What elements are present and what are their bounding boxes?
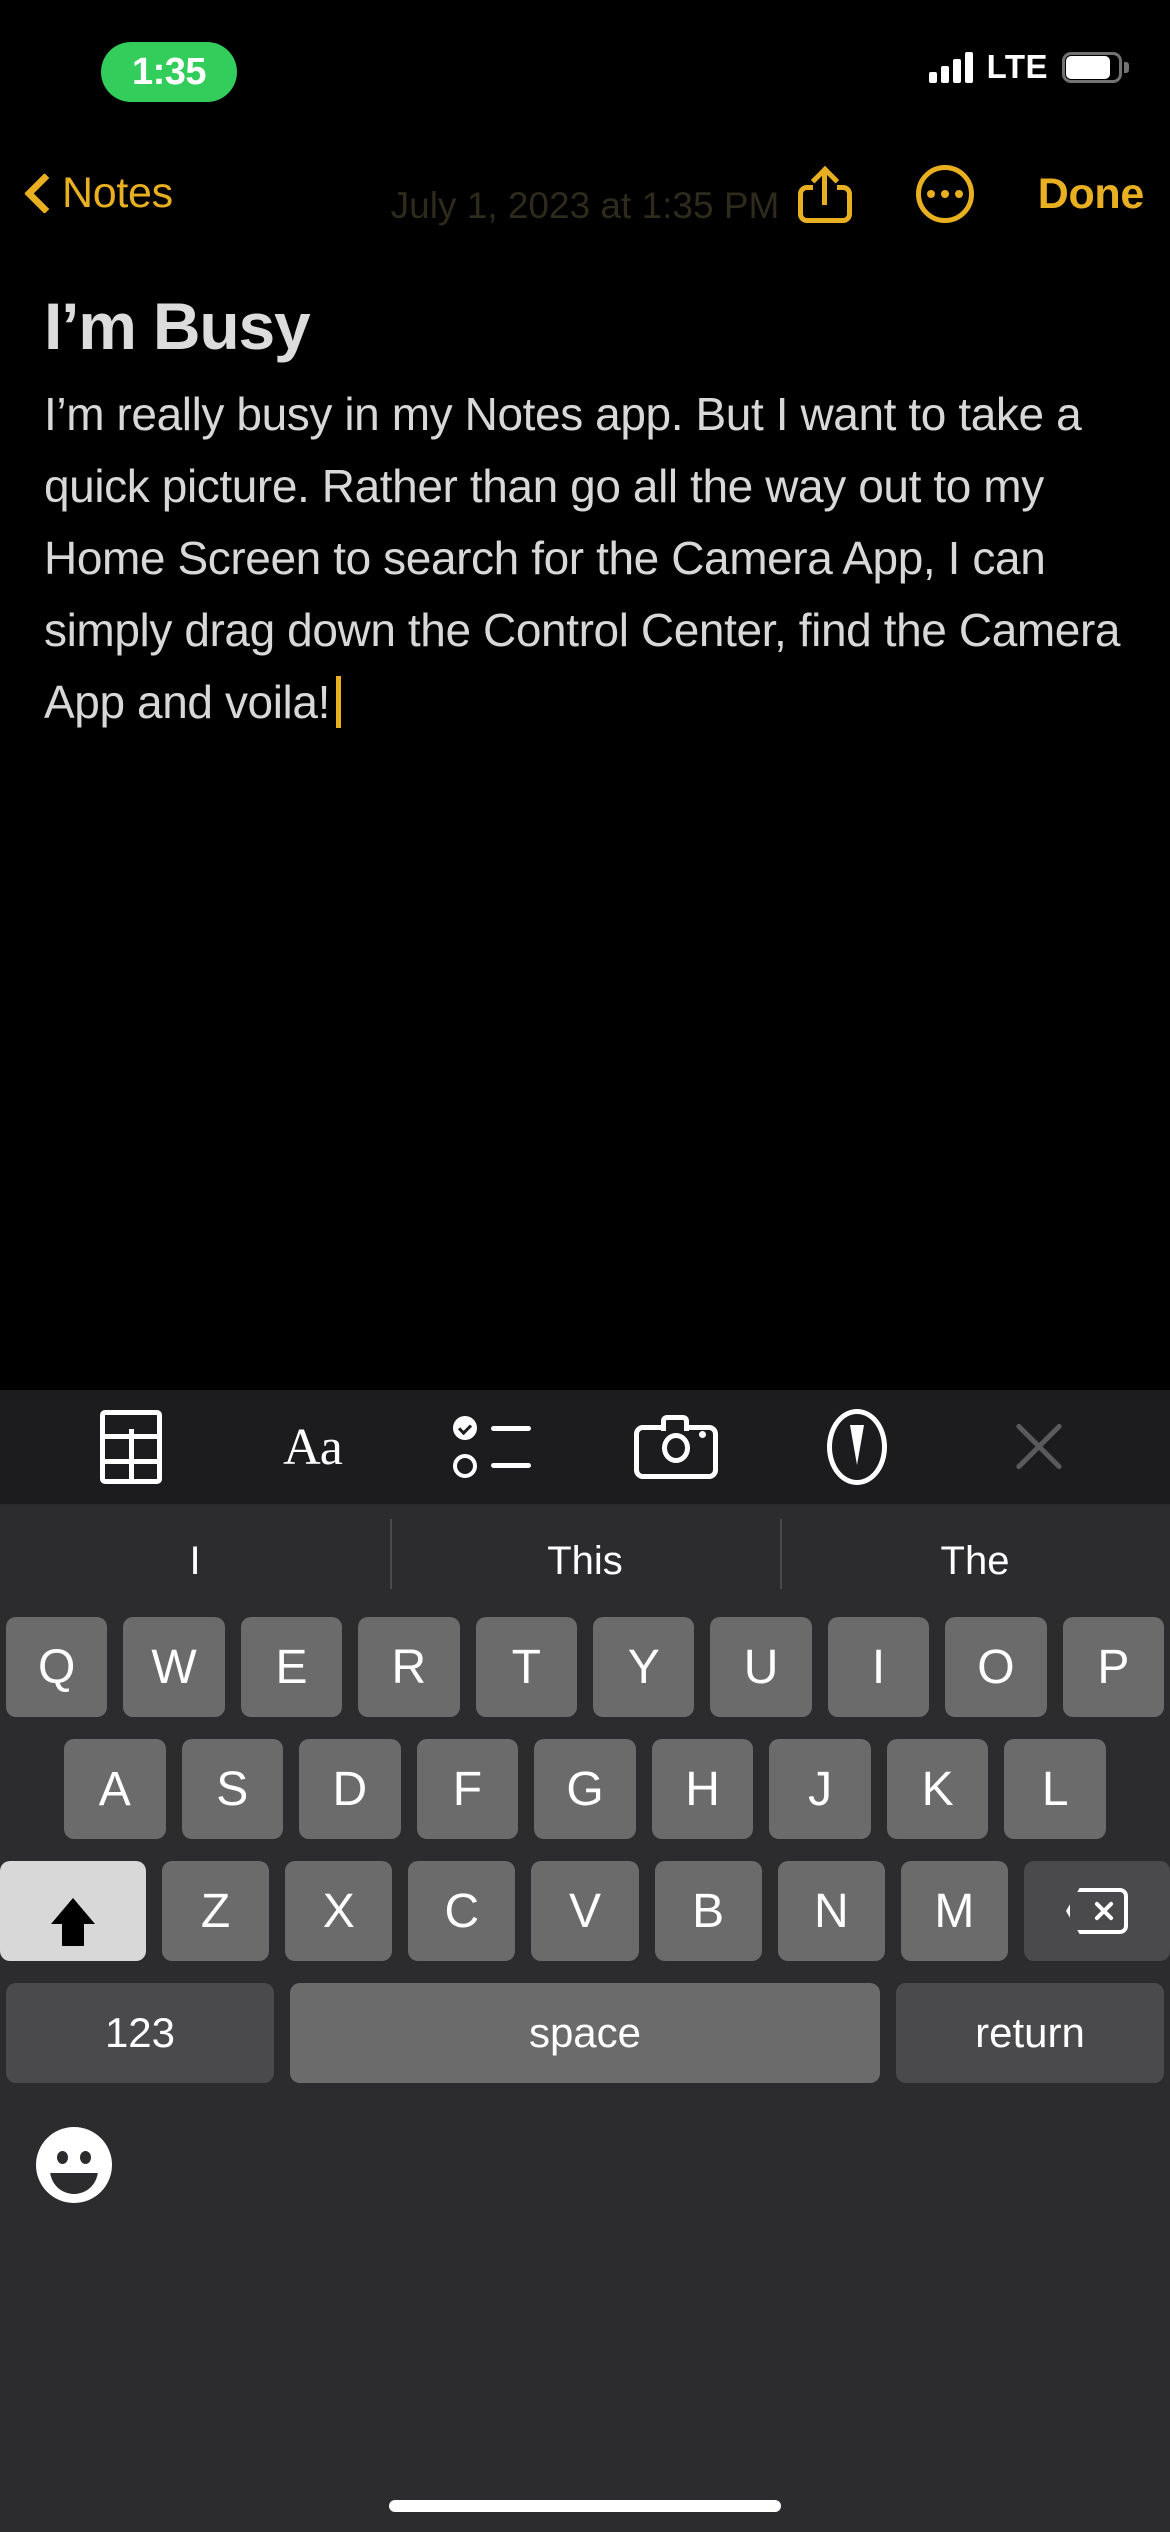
key-z[interactable]: Z	[162, 1861, 270, 1961]
keyboard-row-3: Z X C V B N M	[0, 1861, 1170, 1961]
table-icon[interactable]	[88, 1410, 174, 1484]
key-b[interactable]: B	[654, 1861, 762, 1961]
prediction-item[interactable]: This	[390, 1518, 780, 1589]
onscreen-keyboard: I This The Q W E R T Y U I O P A S D F G…	[0, 1505, 1170, 2532]
key-j[interactable]: J	[769, 1739, 871, 1839]
key-o[interactable]: O	[945, 1617, 1047, 1717]
key-f[interactable]: F	[416, 1739, 519, 1839]
note-editor[interactable]: I’m Busy I’m really busy in my Notes app…	[0, 289, 1170, 738]
share-icon[interactable]	[797, 165, 852, 223]
key-d[interactable]: D	[299, 1739, 401, 1839]
return-key[interactable]: return	[896, 1983, 1164, 2083]
delete-key[interactable]	[1023, 1861, 1170, 1961]
note-body-text-wrapper[interactable]: I’m really busy in my Notes app. But I w…	[44, 378, 1126, 738]
key-l[interactable]: L	[1004, 1739, 1107, 1839]
shift-key[interactable]	[0, 1861, 146, 1961]
back-button-label: Notes	[62, 169, 173, 217]
key-p[interactable]: P	[1062, 1617, 1165, 1717]
delete-backward-icon	[1065, 1888, 1128, 1934]
chevron-left-icon	[24, 171, 50, 217]
home-indicator[interactable]	[389, 2500, 781, 2512]
more-circle-icon[interactable]	[915, 165, 974, 223]
status-time-pill[interactable]: 1:35	[101, 42, 237, 102]
key-t[interactable]: T	[475, 1617, 577, 1717]
iphone-screen: 1:35 LTE July 1, 2023 at 1:35 PM Notes D…	[0, 0, 1170, 2532]
status-bar: 1:35 LTE	[0, 0, 1170, 145]
back-to-notes-button[interactable]: Notes	[24, 169, 173, 218]
format-toolbar: Aa	[0, 1390, 1170, 1505]
status-indicators: LTE	[928, 48, 1129, 86]
shift-up-arrow-icon	[51, 1898, 95, 1946]
status-time: 1:35	[131, 50, 207, 93]
key-s[interactable]: S	[181, 1739, 284, 1839]
done-button[interactable]: Done	[1038, 170, 1145, 219]
keyboard-bottom-row	[0, 2105, 1170, 2265]
nav-actions: Done	[797, 165, 1145, 223]
text-format-label: Aa	[283, 1418, 343, 1476]
checklist-icon[interactable]	[451, 1412, 537, 1482]
key-w[interactable]: W	[123, 1617, 225, 1717]
space-key[interactable]: space	[290, 1983, 880, 2083]
prediction-item[interactable]: I	[0, 1539, 390, 1584]
key-q[interactable]: Q	[5, 1617, 108, 1717]
key-c[interactable]: C	[408, 1861, 516, 1961]
key-n[interactable]: N	[777, 1861, 885, 1961]
numbers-key[interactable]: 123	[6, 1983, 274, 2083]
key-y[interactable]: Y	[593, 1617, 695, 1717]
key-x[interactable]: X	[285, 1861, 393, 1961]
text-format-icon[interactable]: Aa	[269, 1412, 355, 1482]
key-r[interactable]: R	[358, 1617, 460, 1717]
key-m[interactable]: M	[900, 1861, 1008, 1961]
markup-pen-icon[interactable]	[814, 1409, 900, 1485]
key-u[interactable]: U	[710, 1617, 812, 1717]
key-h[interactable]: H	[651, 1739, 754, 1839]
predictive-text-bar: I This The	[0, 1505, 1170, 1617]
key-g[interactable]: G	[534, 1739, 636, 1839]
key-e[interactable]: E	[240, 1617, 343, 1717]
keyboard-row-4: 123 space return	[0, 1983, 1170, 2083]
network-type-label: LTE	[986, 48, 1048, 85]
smiley-face-icon[interactable]	[36, 2127, 112, 2203]
text-caret	[335, 675, 341, 728]
key-i[interactable]: I	[827, 1617, 930, 1717]
key-k[interactable]: K	[886, 1739, 989, 1839]
keyboard-row-2: A S D F G H J K L	[0, 1739, 1170, 1839]
navigation-bar: July 1, 2023 at 1:35 PM Notes Done	[0, 155, 1170, 265]
camera-icon[interactable]	[633, 1412, 719, 1482]
note-title[interactable]: I’m Busy	[44, 289, 1126, 364]
key-v[interactable]: V	[531, 1861, 639, 1961]
battery-icon	[1062, 51, 1129, 83]
keyboard-row-1: Q W E R T Y U I O P	[0, 1617, 1170, 1717]
key-a[interactable]: A	[63, 1739, 166, 1839]
close-icon[interactable]	[996, 1412, 1082, 1482]
cellular-signal-icon	[928, 51, 973, 83]
prediction-item[interactable]: The	[780, 1518, 1170, 1589]
note-body-text: I’m really busy in my Notes app. But I w…	[44, 387, 1121, 728]
